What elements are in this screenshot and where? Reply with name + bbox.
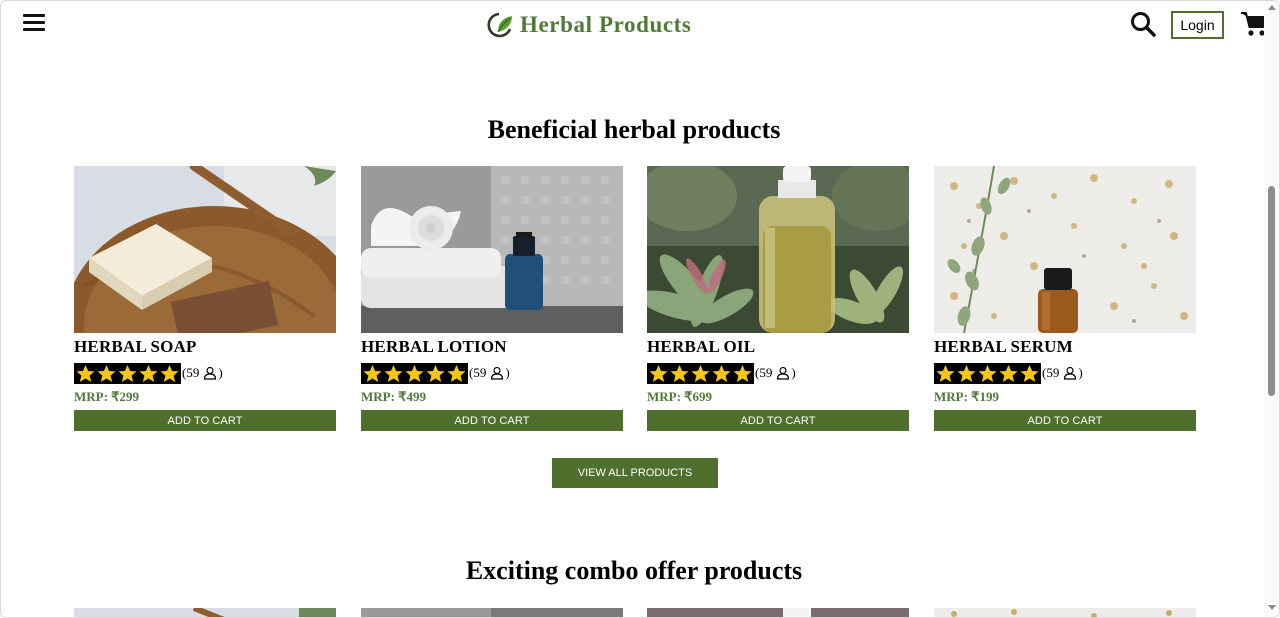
star-icon (957, 364, 976, 382)
add-to-cart-button[interactable]: ADD TO CART (361, 410, 623, 431)
product-name[interactable]: HERBAL OIL (647, 336, 909, 358)
review-count: (59 ) (1042, 365, 1083, 381)
product-rating: (59 ) (361, 362, 623, 384)
view-all-products-button[interactable]: VIEW ALL PRODUCTS (552, 458, 718, 488)
product-rating: (59 ) (934, 362, 1196, 384)
product-price: MRP: ₹299 (74, 389, 139, 404)
search-icon[interactable] (1130, 11, 1156, 37)
user-icon (1064, 366, 1077, 380)
review-count-text: (59 (755, 365, 773, 380)
star-icon (447, 364, 466, 382)
star-icon (363, 364, 382, 382)
review-count-text: (59 (1042, 365, 1060, 380)
product-image-soap[interactable] (74, 166, 336, 333)
product-image-serum[interactable] (934, 166, 1196, 333)
star-icon (118, 364, 137, 382)
section-title: Beneficial herbal products (487, 115, 781, 144)
combo-product-image[interactable] (74, 607, 336, 617)
brand-name: Herbal Products (520, 12, 692, 37)
star-icon (733, 364, 752, 382)
user-icon (204, 366, 217, 380)
star-icon (97, 364, 116, 382)
star-icon (405, 364, 424, 382)
star-icon (649, 364, 668, 382)
star-icon (670, 364, 689, 382)
review-count: (59 ) (469, 365, 510, 381)
review-count-close: ) (791, 365, 796, 380)
combo-product-image[interactable] (647, 607, 909, 617)
scroll-down-arrow-icon[interactable] (1268, 605, 1276, 610)
product-rating: (59 ) (647, 362, 909, 384)
product-card: HERBAL LOTION (59 ) MRP: ₹499 ADD TO CAR… (361, 166, 623, 431)
rating-stars (361, 362, 468, 384)
star-icon (139, 364, 158, 382)
combo-product-image[interactable] (361, 607, 623, 617)
product-name[interactable]: HERBAL SOAP (74, 336, 336, 358)
product-card: HERBAL SERUM (59 ) MRP: ₹199 ADD TO CART (934, 166, 1196, 431)
review-count-text: (59 (469, 365, 487, 380)
star-icon (384, 364, 403, 382)
review-count: (59 ) (755, 365, 796, 381)
product-name[interactable]: HERBAL LOTION (361, 336, 623, 358)
add-to-cart-button[interactable]: ADD TO CART (934, 410, 1196, 431)
product-name[interactable]: HERBAL SERUM (934, 336, 1196, 358)
brand[interactable]: Herbal Products (485, 9, 691, 41)
star-icon (426, 364, 445, 382)
star-icon (936, 364, 955, 382)
user-icon (491, 366, 504, 380)
product-price: MRP: ₹699 (647, 389, 712, 404)
product-image-lotion[interactable] (361, 166, 623, 333)
star-icon (712, 364, 731, 382)
menu-icon[interactable] (23, 14, 45, 32)
product-price: MRP: ₹199 (934, 389, 999, 404)
product-card: HERBAL OIL (59 ) MRP: ₹699 ADD TO CART (647, 166, 909, 431)
add-to-cart-button[interactable]: ADD TO CART (647, 410, 909, 431)
product-price: MRP: ₹499 (361, 389, 426, 404)
star-icon (999, 364, 1018, 382)
login-button[interactable]: Login (1171, 11, 1224, 39)
leaf-logo-icon (487, 12, 512, 38)
user-icon (777, 366, 790, 380)
review-count-close: ) (218, 365, 223, 380)
product-image-oil[interactable] (647, 166, 909, 333)
review-count-close: ) (1078, 365, 1083, 380)
star-icon (691, 364, 710, 382)
product-rating: (59 ) (74, 362, 336, 384)
scrollbar-thumb[interactable] (1268, 186, 1275, 396)
star-icon (1020, 364, 1039, 382)
scrollbar[interactable] (1264, 1, 1279, 617)
star-icon (978, 364, 997, 382)
rating-stars (647, 362, 754, 384)
rating-stars (74, 362, 181, 384)
star-icon (76, 364, 95, 382)
rating-stars (934, 362, 1041, 384)
review-count-text: (59 (182, 365, 200, 380)
review-count: (59 ) (182, 365, 223, 381)
page: Herbal Products Login Beneficial herbal … (0, 0, 1280, 618)
add-to-cart-button[interactable]: ADD TO CART (74, 410, 336, 431)
star-icon (160, 364, 179, 382)
review-count-close: ) (505, 365, 510, 380)
section-title: Exciting combo offer products (465, 556, 803, 585)
product-card: HERBAL SOAP (59 ) MRP: ₹299 ADD TO CART (74, 166, 336, 431)
combo-product-image[interactable] (934, 607, 1196, 617)
scroll-up-arrow-icon[interactable] (1268, 5, 1276, 10)
